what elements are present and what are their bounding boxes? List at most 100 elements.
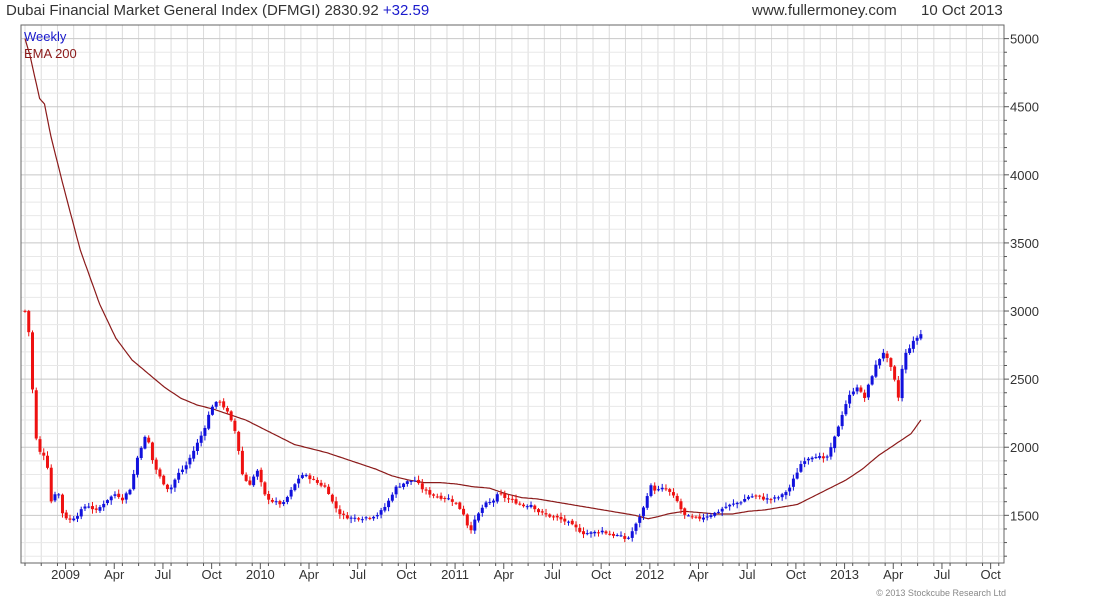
candle-down bbox=[859, 387, 863, 392]
candle-up bbox=[649, 485, 653, 496]
candle-down bbox=[308, 475, 312, 480]
y-tick-label: 4500 bbox=[1010, 100, 1039, 115]
candle-down bbox=[544, 513, 548, 515]
candle-up bbox=[387, 500, 391, 508]
candle-down bbox=[45, 455, 49, 468]
candle-up bbox=[803, 461, 807, 464]
candle-up bbox=[349, 517, 353, 519]
candle-up bbox=[855, 387, 859, 392]
candle-up bbox=[716, 511, 720, 513]
x-tick-label: Jul bbox=[544, 567, 561, 582]
candle-up bbox=[743, 499, 747, 502]
candle-down bbox=[240, 450, 244, 475]
candle-up bbox=[791, 478, 795, 487]
candle-down bbox=[270, 499, 274, 502]
y-tick-label: 1500 bbox=[1010, 508, 1039, 523]
candle-up bbox=[630, 531, 634, 538]
candle-up bbox=[297, 478, 301, 484]
candle-down bbox=[690, 516, 694, 518]
candle-down bbox=[30, 332, 34, 390]
candle-up bbox=[713, 512, 717, 516]
x-tick-label: Jul bbox=[155, 567, 172, 582]
candle-down bbox=[653, 485, 657, 491]
candle-up bbox=[829, 447, 833, 457]
x-tick-label: Apr bbox=[299, 567, 320, 582]
x-tick-label: Apr bbox=[883, 567, 904, 582]
candle-up bbox=[735, 502, 739, 505]
candle-up bbox=[750, 496, 754, 498]
candle-up bbox=[289, 489, 293, 497]
candle-up bbox=[473, 519, 477, 531]
candle-down bbox=[582, 531, 586, 535]
candle-up bbox=[836, 426, 840, 437]
candle-up bbox=[776, 497, 780, 499]
candle-up bbox=[255, 470, 259, 477]
candle-up bbox=[866, 384, 870, 398]
candle-down bbox=[758, 495, 762, 497]
candle-down bbox=[263, 482, 267, 495]
candle-up bbox=[252, 476, 256, 486]
candle-up bbox=[908, 348, 912, 354]
candle-up bbox=[124, 493, 128, 500]
plot-area bbox=[21, 25, 1004, 563]
candle-up bbox=[724, 506, 728, 508]
candle-up bbox=[492, 500, 496, 503]
candle-up bbox=[143, 436, 147, 449]
candle-down bbox=[248, 480, 252, 485]
candle-up bbox=[128, 489, 132, 495]
candle-up bbox=[765, 498, 769, 500]
candle-down bbox=[229, 411, 233, 421]
candle-down bbox=[761, 496, 765, 500]
candle-down bbox=[154, 459, 158, 470]
candle-up bbox=[488, 502, 492, 504]
candle-down bbox=[312, 478, 316, 480]
candle-up bbox=[904, 352, 908, 370]
candle-down bbox=[563, 518, 567, 522]
candle-up bbox=[113, 494, 117, 496]
candle-down bbox=[896, 380, 900, 398]
candle-down bbox=[27, 311, 31, 333]
candle-up bbox=[372, 516, 376, 519]
candle-down bbox=[893, 366, 897, 380]
x-tick-label: Oct bbox=[202, 567, 223, 582]
x-tick-label: Oct bbox=[786, 567, 807, 582]
candle-down bbox=[42, 452, 46, 456]
candle-down bbox=[863, 392, 867, 398]
candle-up bbox=[195, 442, 199, 452]
candle-up bbox=[390, 494, 394, 501]
candle-up bbox=[788, 487, 792, 492]
candle-down bbox=[435, 496, 439, 498]
candle-up bbox=[705, 516, 709, 518]
candle-up bbox=[731, 503, 735, 505]
x-tick-label: Jul bbox=[349, 567, 366, 582]
x-tick-label: Apr bbox=[104, 567, 125, 582]
candle-down bbox=[458, 502, 462, 509]
candle-up bbox=[53, 494, 57, 501]
candle-up bbox=[285, 496, 289, 502]
candle-up bbox=[900, 368, 904, 399]
candle-down bbox=[49, 467, 53, 502]
candle-up bbox=[135, 457, 139, 475]
candle-down bbox=[233, 420, 237, 431]
candle-up bbox=[626, 537, 630, 539]
candle-up bbox=[79, 509, 83, 517]
candle-down bbox=[443, 497, 447, 499]
candle-up bbox=[72, 518, 76, 521]
candle-down bbox=[150, 442, 154, 461]
candle-down bbox=[679, 501, 683, 510]
candle-up bbox=[848, 394, 852, 404]
x-tick-label: 2010 bbox=[246, 567, 275, 582]
candle-down bbox=[34, 390, 38, 439]
candle-up bbox=[799, 464, 803, 472]
candle-up bbox=[203, 428, 207, 436]
candle-up bbox=[784, 492, 788, 496]
candle-up bbox=[304, 475, 308, 477]
candle-down bbox=[90, 506, 94, 510]
candle-up bbox=[484, 502, 488, 508]
candle-down bbox=[537, 509, 541, 513]
candle-down bbox=[671, 492, 675, 496]
candle-up bbox=[686, 515, 690, 517]
candle-down bbox=[533, 505, 537, 510]
candle-up bbox=[132, 473, 136, 490]
candle-down bbox=[147, 437, 151, 443]
